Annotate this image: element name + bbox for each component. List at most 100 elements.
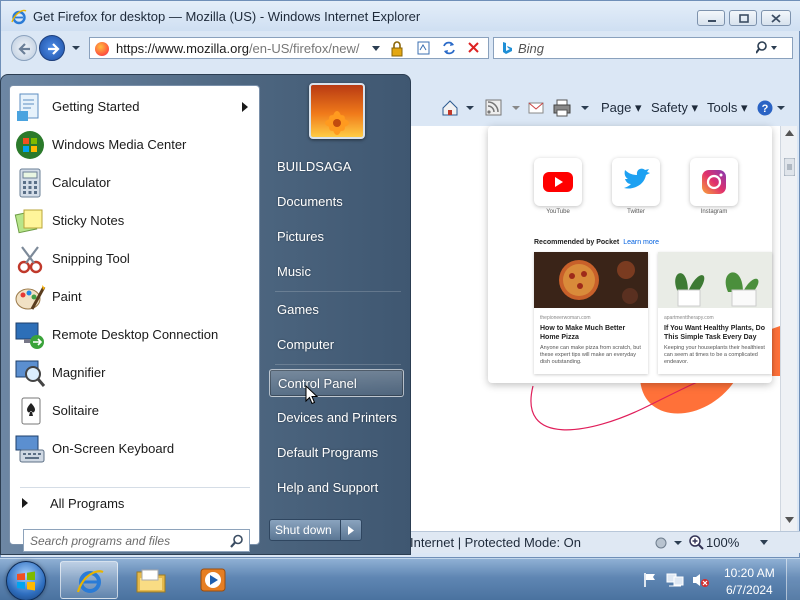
maximize-button[interactable]: [729, 10, 757, 26]
pocket-story-card[interactable]: thepioneerwoman.com How to Make Much Bet…: [534, 252, 648, 374]
program-label: Windows Media Center: [52, 137, 187, 152]
compatibility-view-icon[interactable]: [415, 40, 433, 56]
history-dropdown-icon[interactable]: [69, 41, 83, 55]
refresh-icon[interactable]: [440, 40, 458, 56]
read-mail-icon[interactable]: [527, 99, 545, 117]
flower-user-icon: [325, 111, 349, 135]
show-desktop-button[interactable]: [786, 559, 800, 600]
start-item-pictures[interactable]: Pictures: [269, 223, 404, 251]
program-label: Snipping Tool: [52, 251, 130, 266]
shutdown-button[interactable]: Shut down: [269, 519, 341, 541]
clock-time[interactable]: 10:20 AM: [724, 566, 775, 580]
feeds-icon[interactable]: [485, 99, 521, 117]
program-solitaire[interactable]: Solitaire: [10, 392, 259, 430]
shutdown-label: Shut down: [275, 523, 332, 537]
print-icon[interactable]: [553, 99, 593, 117]
close-button[interactable]: [761, 10, 791, 26]
start-item-default-programs[interactable]: Default Programs: [269, 439, 404, 467]
back-button[interactable]: [11, 35, 37, 61]
user-picture[interactable]: [309, 83, 365, 139]
forward-arrow-icon: [48, 43, 60, 55]
program-getting-started[interactable]: Getting Started: [10, 88, 259, 126]
taskbar: 10:20 AM 6/7/2024: [0, 558, 800, 600]
url-domain: mozilla.org: [186, 41, 249, 56]
program-remote-desktop-connection[interactable]: Remote Desktop Connection: [10, 316, 259, 354]
program-windows-media-center[interactable]: Windows Media Center: [10, 126, 259, 164]
program-snipping-tool[interactable]: Snipping Tool: [10, 240, 259, 278]
start-item-music[interactable]: Music: [269, 258, 404, 286]
getting-started-icon: [17, 93, 39, 121]
start-item-games[interactable]: Games: [269, 296, 404, 324]
all-programs-button[interactable]: All Programs: [10, 491, 259, 515]
start-item-label: Music: [277, 264, 311, 279]
start-item-devices-and-printers[interactable]: Devices and Printers: [269, 404, 404, 432]
start-item-computer[interactable]: Computer: [269, 331, 404, 359]
story-title[interactable]: If You Want Healthy Plants, Do This Simp…: [664, 324, 766, 342]
instagram-tile[interactable]: [690, 158, 738, 206]
start-item-documents[interactable]: Documents: [269, 188, 404, 216]
scroll-thumb[interactable]: [784, 158, 795, 176]
right-pane-separator: [275, 364, 401, 365]
youtube-tile[interactable]: [534, 158, 582, 206]
start-button[interactable]: [6, 561, 46, 600]
home-icon[interactable]: [441, 99, 475, 117]
help-icon[interactable]: ?: [757, 99, 787, 117]
start-item-label: Pictures: [277, 229, 324, 244]
story-excerpt: Anyone can make pizza from scratch, but …: [540, 345, 641, 365]
start-item-control-panel[interactable]: Control Panel: [269, 369, 404, 397]
start-search-input[interactable]: Search programs and files: [23, 529, 250, 552]
search-box[interactable]: Bing: [493, 37, 793, 59]
tools-menu[interactable]: Tools ▾: [707, 100, 748, 116]
minimize-button[interactable]: [697, 10, 725, 26]
url-path: /en-US/firefox/new/: [248, 41, 360, 56]
scroll-up-icon[interactable]: [785, 130, 794, 136]
pocket-story-card[interactable]: apartmenttherapy.com If You Want Healthy…: [658, 252, 772, 374]
scroll-down-icon[interactable]: [785, 517, 794, 523]
address-dropdown-icon[interactable]: [371, 45, 381, 53]
taskbar-internet-explorer[interactable]: [60, 561, 118, 599]
lock-icon[interactable]: [390, 41, 404, 57]
sticky-notes-icon: [14, 209, 43, 234]
program-on-screen-keyboard[interactable]: On-Screen Keyboard: [10, 430, 259, 468]
calculator-icon: [19, 168, 41, 198]
story-excerpt: Keeping your houseplants their healthies…: [664, 345, 765, 365]
program-label: Calculator: [52, 175, 111, 190]
program-calculator[interactable]: Calculator: [10, 164, 259, 202]
address-bar[interactable]: https://www.mozilla.org/en-US/firefox/ne…: [89, 37, 489, 59]
title-bar[interactable]: Get Firefox for desktop — Mozilla (US) -…: [1, 1, 800, 31]
program-magnifier[interactable]: Magnifier: [10, 354, 259, 392]
vertical-scrollbar[interactable]: [780, 126, 797, 531]
program-label: On-Screen Keyboard: [52, 441, 175, 456]
forward-button[interactable]: [39, 35, 65, 61]
taskbar-windows-explorer[interactable]: [122, 561, 180, 599]
media-center-icon: [16, 131, 44, 159]
zoom-level[interactable]: 100%: [706, 535, 739, 550]
taskbar-media-player[interactable]: [184, 561, 242, 599]
search-icon[interactable]: [756, 41, 778, 55]
safety-menu[interactable]: Safety ▾: [651, 100, 698, 116]
pocket-learn-more-link[interactable]: Learn more: [623, 239, 659, 246]
stop-icon[interactable]: [465, 40, 483, 56]
program-paint[interactable]: Paint: [10, 278, 259, 316]
network-icon[interactable]: [666, 572, 684, 588]
start-item-label: Games: [277, 302, 319, 317]
mouse-cursor-icon: [305, 385, 319, 405]
page-menu[interactable]: Page ▾: [601, 100, 642, 116]
safety-menu-label: Safety: [651, 100, 688, 115]
action-center-flag-icon[interactable]: [642, 572, 658, 588]
twitter-tile[interactable]: [612, 158, 660, 206]
program-sticky-notes[interactable]: Sticky Notes: [10, 202, 259, 240]
search-placeholder: Bing: [518, 41, 545, 56]
clock-date[interactable]: 6/7/2024: [726, 583, 773, 597]
popup-settings-icon[interactable]: [654, 535, 688, 551]
start-item-user-folder[interactable]: BUILDSAGA: [269, 153, 404, 181]
start-item-label: Devices and Printers: [277, 410, 397, 425]
snipping-tool-icon: [17, 246, 43, 274]
zoom-dropdown-icon[interactable]: [760, 540, 768, 546]
start-item-help-and-support[interactable]: Help and Support: [269, 474, 404, 502]
shutdown-options-button[interactable]: [340, 519, 362, 541]
search-icon[interactable]: [230, 534, 244, 548]
zoom-icon[interactable]: [688, 534, 704, 550]
volume-muted-icon[interactable]: [692, 572, 710, 588]
story-title[interactable]: How to Make Much Better Home Pizza: [540, 324, 642, 342]
